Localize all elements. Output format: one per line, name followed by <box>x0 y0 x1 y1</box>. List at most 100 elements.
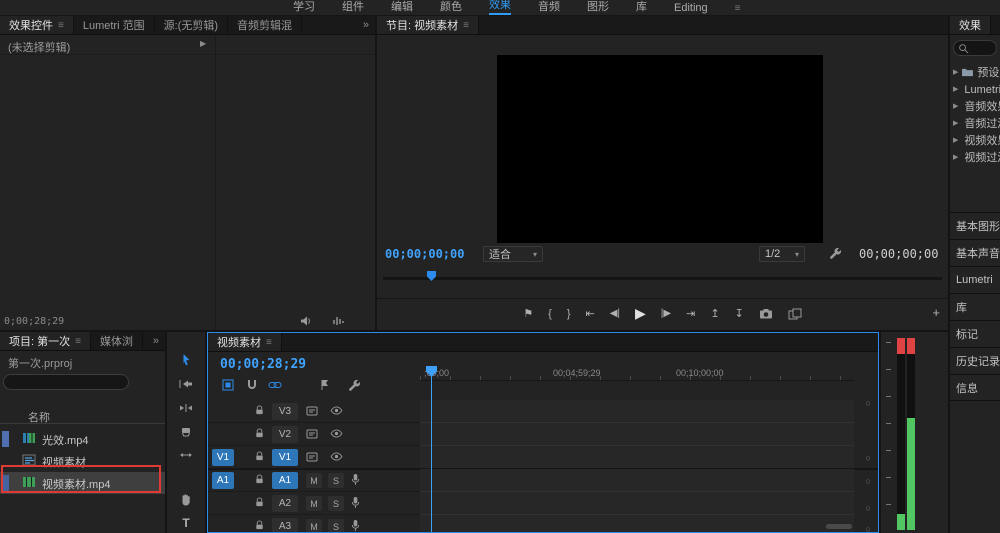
add-marker-flag-icon[interactable] <box>320 379 330 391</box>
panel-tab-history[interactable]: 历史记录 <box>950 347 1000 374</box>
voiceover-mic-icon[interactable] <box>350 519 361 532</box>
track-height-handle[interactable]: ○ <box>866 504 871 513</box>
voiceover-mic-icon[interactable] <box>350 496 361 509</box>
panel-menu-icon[interactable]: ≡ <box>75 336 81 347</box>
source-patch-v1[interactable]: V1 <box>212 449 234 466</box>
workspace-overflow-icon[interactable]: ≡ <box>735 3 741 15</box>
effects-bin-video-transitions[interactable]: ▶ 视频过渡 <box>950 148 1000 165</box>
track-lock-icon[interactable] <box>254 405 265 416</box>
playback-resolution-select[interactable]: 1/2 ▾ <box>759 246 805 262</box>
add-marker-button[interactable]: ⚑ <box>523 307 533 320</box>
track-visibility-eye-icon[interactable] <box>330 429 343 438</box>
source-patch-a1[interactable]: A1 <box>212 472 234 489</box>
tab-overflow-icon[interactable]: » <box>147 332 165 350</box>
workspace-tab-color[interactable]: 颜色 <box>440 0 462 15</box>
track-lock-icon[interactable] <box>254 520 265 531</box>
track-lane-v1[interactable] <box>420 446 854 469</box>
disclosure-icon[interactable]: ▶ <box>953 102 958 110</box>
disclosure-icon[interactable]: ▶ <box>953 153 958 161</box>
panel-menu-icon[interactable]: ≡ <box>266 337 272 348</box>
project-item-video-clip-selected[interactable]: 视频素材.mp4 <box>0 472 165 494</box>
project-item-light-fx[interactable]: 光效.mp4 <box>0 428 165 450</box>
program-scrubber[interactable] <box>383 271 942 283</box>
button-editor-plus[interactable]: + <box>932 305 940 320</box>
panel-tab-essential-graphics[interactable]: 基本图形 <box>950 212 1000 239</box>
program-current-timecode[interactable]: 00;00;00;00 <box>385 247 464 261</box>
label-color-chip[interactable] <box>2 431 9 447</box>
tab-sequence[interactable]: 视频素材 ≡ <box>208 333 282 351</box>
panel-tab-essential-sound[interactable]: 基本声音 <box>950 239 1000 266</box>
disclosure-icon[interactable]: ▶ <box>200 39 206 48</box>
workspace-tab-learning[interactable]: 学习 <box>293 0 315 15</box>
speaker-icon[interactable] <box>300 315 312 327</box>
track-lane-v3[interactable] <box>420 400 854 423</box>
sync-lock-icon[interactable] <box>306 451 318 463</box>
tab-audio-clip-mixer[interactable]: 音频剪辑混 <box>228 16 302 34</box>
extract-button[interactable]: ↧ <box>735 307 744 320</box>
track-lock-icon[interactable] <box>254 497 265 508</box>
name-column-header[interactable]: 名称 <box>28 409 50 425</box>
workspace-tab-assembly[interactable]: 组件 <box>342 0 364 15</box>
timeline-timecode[interactable]: 00;00;28;29 <box>220 357 306 372</box>
ripple-edit-tool-button[interactable] <box>178 400 194 416</box>
play-button[interactable]: ▶ <box>635 305 646 322</box>
mark-out-button[interactable]: } <box>567 308 571 320</box>
track-lock-icon[interactable] <box>254 428 265 439</box>
panel-tab-lumetri-color[interactable]: Lumetri <box>950 266 1000 293</box>
timeline-horizontal-scrollbar[interactable] <box>826 524 852 529</box>
hand-tool-button[interactable] <box>178 491 194 507</box>
workspace-tab-editing[interactable]: 编辑 <box>391 0 413 15</box>
track-name-a2[interactable]: A2 <box>272 495 298 512</box>
track-name-v2[interactable]: V2 <box>272 426 298 443</box>
mark-in-button[interactable]: { <box>548 308 552 320</box>
track-height-handle[interactable]: ○ <box>866 399 871 408</box>
zoom-level-select[interactable]: 适合 ▾ <box>483 246 543 262</box>
effects-search-input[interactable] <box>953 40 997 56</box>
track-lane-v2[interactable] <box>420 423 854 446</box>
sync-lock-icon[interactable] <box>306 428 318 440</box>
panel-tab-markers[interactable]: 标记 <box>950 320 1000 347</box>
project-list-header[interactable]: 名称 <box>0 406 165 424</box>
track-visibility-eye-icon[interactable] <box>330 406 343 415</box>
effects-bin-video-effects[interactable]: ▶ 视频效果 <box>950 131 1000 148</box>
timeline-ruler[interactable]: ;00;00 00;04;59;29 00;10;00;00 <box>420 365 854 381</box>
voiceover-mic-icon[interactable] <box>350 473 361 486</box>
track-visibility-eye-icon[interactable] <box>330 452 343 461</box>
tab-effects[interactable]: 效果 <box>950 16 991 34</box>
workspace-tab-effects[interactable]: 效果 <box>489 0 511 15</box>
track-lane-a1[interactable] <box>420 469 854 492</box>
tab-project[interactable]: 项目: 第一次 ≡ <box>0 332 91 350</box>
track-name-a1[interactable]: A1 <box>272 472 298 489</box>
track-name-v1[interactable]: V1 <box>272 449 298 466</box>
step-forward-button[interactable]: |▶ <box>661 308 671 319</box>
timeline-settings-wrench-icon[interactable] <box>348 379 361 392</box>
effects-bin-presets[interactable]: ▶ 预设 <box>950 63 1000 80</box>
workspace-tab-editing-en[interactable]: Editing <box>674 2 708 15</box>
waveform-icon[interactable] <box>332 315 344 327</box>
tab-overflow-icon[interactable]: » <box>357 16 375 34</box>
tab-lumetri-scopes[interactable]: Lumetri 范围 <box>74 16 155 34</box>
track-select-tool-button[interactable] <box>178 376 194 392</box>
track-name-v3[interactable]: V3 <box>272 403 298 420</box>
project-search-input[interactable] <box>3 374 129 390</box>
disclosure-icon[interactable]: ▶ <box>953 136 958 144</box>
disclosure-icon[interactable]: ▶ <box>953 119 958 127</box>
track-height-handle[interactable]: ○ <box>866 454 871 463</box>
go-to-in-button[interactable]: ⇤ <box>586 307 595 320</box>
effects-bin-lumetri-presets[interactable]: ▶ Lumetri 预设 <box>950 80 1000 97</box>
panel-menu-icon[interactable]: ≡ <box>463 20 469 31</box>
track-height-handle[interactable]: ○ <box>866 477 871 486</box>
type-tool-button[interactable]: T <box>178 515 194 531</box>
tab-effect-controls[interactable]: 效果控件 ≡ <box>0 16 74 34</box>
track-height-handle[interactable]: ○ <box>866 525 871 533</box>
sync-lock-icon[interactable] <box>306 405 318 417</box>
track-lock-icon[interactable] <box>254 451 265 462</box>
track-lock-icon[interactable] <box>254 474 265 485</box>
disclosure-icon[interactable]: ▶ <box>953 85 958 93</box>
tab-source-monitor[interactable]: 源:(无剪辑) <box>155 16 228 34</box>
mute-button[interactable]: M <box>306 519 322 533</box>
track-lane-a3[interactable] <box>420 515 854 533</box>
solo-button[interactable]: S <box>328 519 344 533</box>
tab-program[interactable]: 节目: 视频素材 ≡ <box>377 16 479 34</box>
selection-tool-button[interactable] <box>178 352 194 368</box>
